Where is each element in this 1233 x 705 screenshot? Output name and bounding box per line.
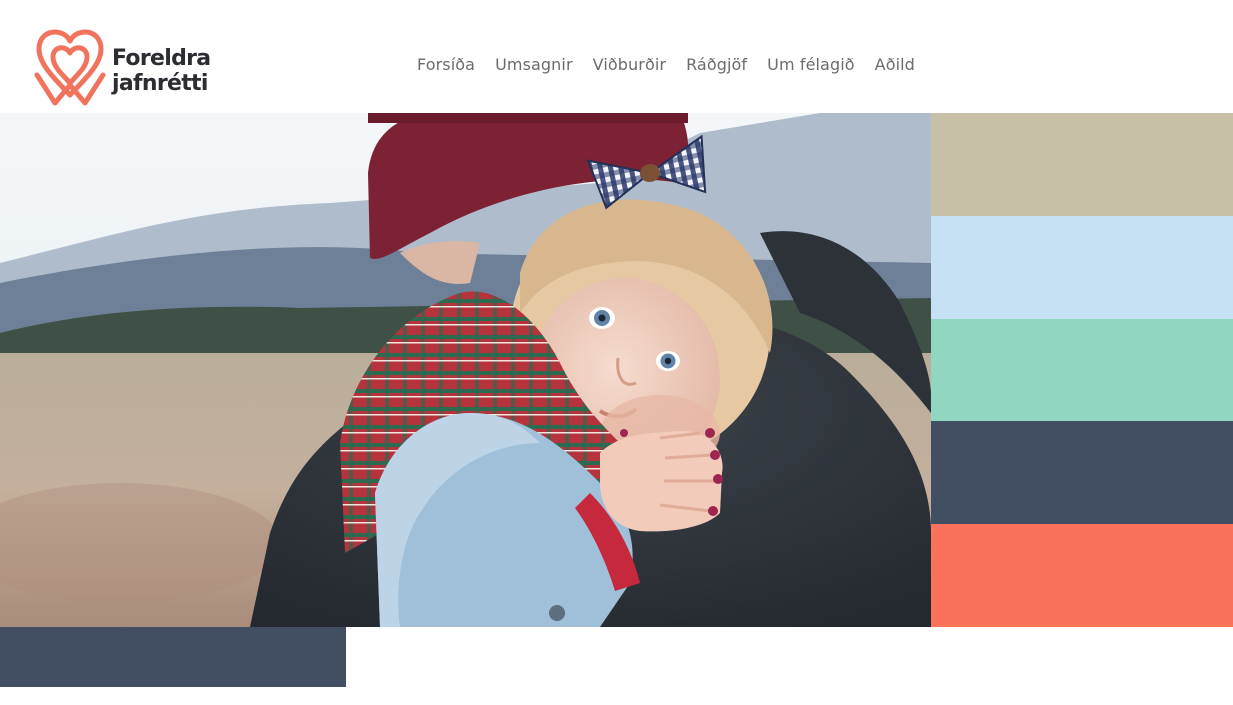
nav-item-forsida[interactable]: Forsíða <box>407 55 485 74</box>
logo-wordmark: Foreldra jafnrétti <box>112 46 211 96</box>
swatch-light-blue <box>931 215 1233 319</box>
accent-block <box>0 627 346 687</box>
main-nav: Forsíða Umsagnir Viðburðir Ráðgjöf Um fé… <box>407 50 925 78</box>
nav-item-um-felagid[interactable]: Um félagið <box>757 55 865 74</box>
logo-text-line2: jafnrétti <box>112 71 208 96</box>
swatch-coral <box>931 524 1233 627</box>
swatch-slate <box>931 421 1233 525</box>
nav-item-adild[interactable]: Aðild <box>865 55 925 74</box>
nav-item-radgjof[interactable]: Ráðgjöf <box>676 55 757 74</box>
site-logo[interactable]: Foreldra jafnrétti <box>33 25 233 107</box>
hero-photo-illustration <box>0 113 931 627</box>
swatch-mint <box>931 318 1233 422</box>
hero-image <box>0 113 931 627</box>
logo-text-line1: Foreldra <box>112 46 211 71</box>
swatch-sand <box>931 113 1233 216</box>
heart-logo-icon <box>34 29 106 106</box>
nav-item-umsagnir[interactable]: Umsagnir <box>485 55 583 74</box>
site-header: Foreldra jafnrétti Forsíða Umsagnir Viðb… <box>0 0 1233 113</box>
nav-item-vidburdir[interactable]: Viðburðir <box>583 55 676 74</box>
color-palette <box>931 113 1233 627</box>
